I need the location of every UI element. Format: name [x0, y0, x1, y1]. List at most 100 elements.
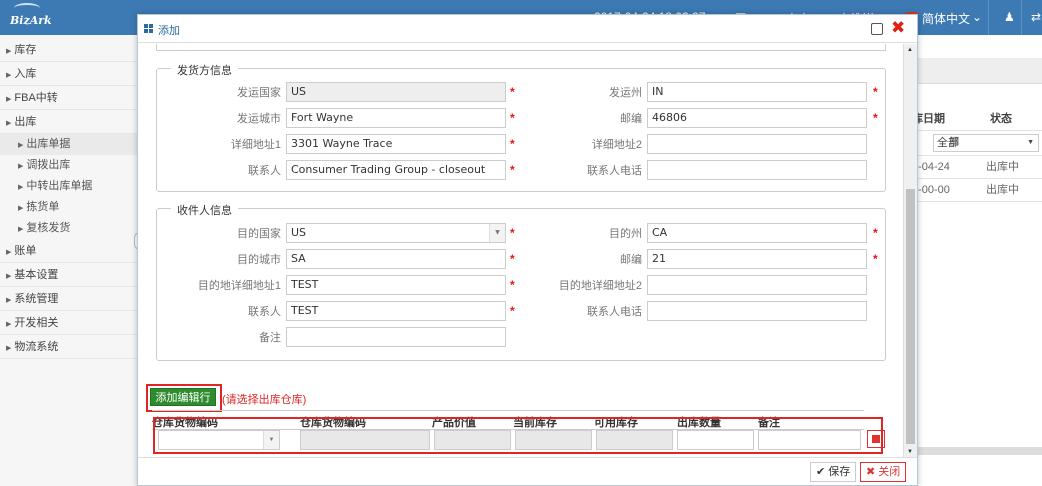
sender-address1-label: 详细地址1: [230, 139, 281, 151]
caret-right-icon: ▶: [18, 163, 24, 170]
sender-phone-field[interactable]: [647, 160, 867, 180]
sidebar-item-label: 基本设置: [14, 269, 59, 281]
vertical-scrollbar[interactable]: ▲ ▼: [903, 44, 917, 457]
sidebar-subitem-transit-outbound-orders[interactable]: ▶ 中转出库单据: [0, 176, 139, 197]
required-mark: *: [510, 85, 515, 99]
receiver-phone-field[interactable]: [647, 301, 867, 321]
sidebar-item-fba-transfer[interactable]: ▶ FBA中转: [0, 86, 139, 110]
required-mark: *: [510, 304, 515, 318]
sidebar-item-label: FBA中转: [14, 92, 58, 104]
table-cell-status: 出库中: [986, 161, 1019, 173]
receiver-address2-label: 目的地详细地址2: [558, 280, 642, 292]
scroll-up-icon[interactable]: ▲: [907, 47, 913, 53]
caret-right-icon: ▶: [6, 48, 12, 55]
caret-right-icon: ▶: [6, 120, 12, 127]
save-button[interactable]: ✔ 保存: [810, 462, 857, 482]
caret-right-icon: ▶: [6, 345, 12, 352]
receiver-address1-field[interactable]: TEST: [286, 275, 506, 295]
close-label: 关闭: [878, 466, 901, 478]
navbar-divider: [1021, 0, 1022, 35]
sender-country-label: 发运国家: [237, 87, 281, 99]
horizontal-scrollbar[interactable]: [905, 447, 1042, 455]
language-selector[interactable]: 简体中文: [922, 10, 970, 27]
chevron-down-icon: ▼: [1027, 139, 1034, 146]
sender-address2-field[interactable]: [647, 134, 867, 154]
dialog-footer: ✔ 保存 ✖ 关闭: [138, 457, 917, 485]
sidebar-item-label: 系统管理: [14, 293, 59, 305]
warehouse-hint: (请选择出库仓库): [222, 394, 307, 406]
sidebar-item-development[interactable]: ▶ 开发相关: [0, 311, 139, 335]
sidebar-item-label: 中转出库单据: [26, 180, 93, 192]
sidebar-item-inbound[interactable]: ▶ 入库: [0, 62, 139, 86]
sidebar-item-logistics[interactable]: ▶ 物流系统: [0, 335, 139, 359]
maximize-button[interactable]: [871, 23, 883, 35]
save-label: 保存: [828, 466, 851, 478]
sidebar-item-label: 出库单据: [26, 138, 71, 150]
sidebar: ▶ 库存 ▶ 入库 ▶ FBA中转 ▶ 出库 ▶ 出库单据 ▶ 调拨出库 ▶ 中转出库单据 ▶…: [0, 35, 140, 486]
caret-right-icon: ▶: [6, 96, 12, 103]
receiver-country-select[interactable]: US ▼: [286, 223, 506, 243]
receiver-zip-label: 邮编: [620, 254, 642, 266]
receiver-contact-field[interactable]: TEST: [286, 301, 506, 321]
receiver-city-label: 目的城市: [237, 254, 281, 266]
required-mark: *: [873, 111, 878, 125]
sidebar-item-billing[interactable]: ▶ 账单: [0, 239, 139, 263]
receiver-state-field[interactable]: CA: [647, 223, 867, 243]
sidebar-item-inventory[interactable]: ▶ 库存: [0, 38, 139, 62]
receiver-country-value: US: [291, 226, 307, 239]
sender-address2-label: 详细地址2: [591, 139, 642, 151]
receiver-city-field[interactable]: SA: [286, 249, 506, 269]
divider: [905, 201, 1042, 202]
caret-right-icon: ▶: [18, 184, 24, 191]
receiver-address1-label: 目的地详细地址1: [197, 280, 281, 292]
dialog-header: 添加 ✖: [138, 15, 917, 43]
exit-icon[interactable]: ⇄: [1031, 10, 1041, 24]
sidebar-item-basic-settings[interactable]: ▶ 基本设置: [0, 263, 139, 287]
caret-right-icon: ▶: [18, 142, 24, 149]
receiver-country-label: 目的国家: [237, 228, 281, 240]
sidebar-subitem-pick-list[interactable]: ▶ 拣货单: [0, 197, 139, 218]
required-mark: *: [873, 85, 878, 99]
sidebar-subitem-review-ship[interactable]: ▶ 复核发货: [0, 218, 139, 239]
caret-right-icon: ▶: [18, 205, 24, 212]
sender-contact-field[interactable]: Consumer Trading Group - closeout: [286, 160, 506, 180]
receiver-zip-field[interactable]: 21: [647, 249, 867, 269]
required-mark: *: [510, 226, 515, 240]
notification-icon[interactable]: ♟: [1004, 10, 1015, 24]
sender-state-label: 发运州: [609, 87, 642, 99]
receiver-address2-field[interactable]: [647, 275, 867, 295]
sender-zip-field[interactable]: 46806: [647, 108, 867, 128]
scroll-down-icon[interactable]: ▼: [907, 449, 913, 455]
navbar-divider: [988, 0, 989, 35]
required-mark: *: [873, 252, 878, 266]
caret-right-icon: ▶: [18, 226, 24, 233]
sidebar-item-outbound[interactable]: ▶ 出库: [0, 110, 139, 134]
annotation-highlight: [146, 384, 222, 412]
column-header-status[interactable]: 状态: [990, 108, 1012, 130]
scrollbar-thumb[interactable]: [906, 189, 915, 444]
sidebar-subitem-transfer-outbound[interactable]: ▶ 调拨出库: [0, 155, 139, 176]
receiver-note-field[interactable]: [286, 327, 506, 347]
close-icon[interactable]: ✖: [891, 18, 905, 38]
sidebar-item-label: 复核发货: [26, 222, 71, 234]
sender-state-field[interactable]: IN: [647, 82, 867, 102]
sender-country-field[interactable]: US: [286, 82, 506, 102]
add-dialog: 添加 ✖ 发货方信息 发运国家 US * 发运州 IN * 发运城市 Fort …: [137, 14, 918, 486]
close-button[interactable]: ✖ 关闭: [860, 462, 907, 482]
sidebar-item-system-management[interactable]: ▶ 系统管理: [0, 287, 139, 311]
sidebar-item-label: 开发相关: [14, 317, 59, 329]
chevron-down-icon: ▼: [489, 224, 505, 242]
brand-logo-swoosh: [14, 3, 40, 13]
sender-address1-field[interactable]: 3301 Wayne Trace: [286, 134, 506, 154]
language-caret-icon[interactable]: ⌄: [972, 10, 982, 24]
sidebar-subitem-outbound-orders[interactable]: ▶ 出库单据: [0, 134, 139, 155]
sender-phone-label: 联系人电话: [587, 165, 642, 177]
sender-city-field[interactable]: Fort Wayne: [286, 108, 506, 128]
check-icon: ✔: [816, 466, 826, 478]
brand-logo[interactable]: BizArk: [10, 14, 52, 27]
status-filter-select[interactable]: 全部 ▼: [933, 134, 1039, 152]
sidebar-item-label: 拣货单: [26, 201, 60, 213]
required-mark: *: [510, 163, 515, 177]
required-mark: *: [510, 137, 515, 151]
caret-right-icon: ▶: [6, 273, 12, 280]
